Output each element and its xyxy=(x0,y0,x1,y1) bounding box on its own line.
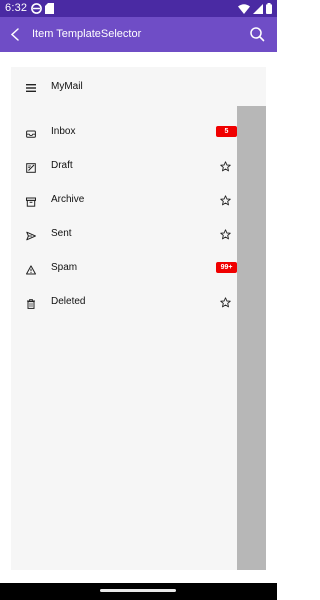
star-outline-icon[interactable] xyxy=(220,159,231,172)
home-gesture-handle[interactable] xyxy=(100,589,176,592)
status-bar: 6:32 xyxy=(0,0,277,17)
unread-count-badge: 5 xyxy=(216,126,237,137)
drawer-item-spam[interactable]: Spam 99+ xyxy=(11,250,237,284)
warning-icon xyxy=(26,262,36,275)
drawer-item-draft[interactable]: Draft xyxy=(11,148,237,182)
hamburger-menu-icon[interactable] xyxy=(26,80,36,92)
vpn-status-icon xyxy=(31,3,42,17)
scroll-area[interactable] xyxy=(237,106,266,570)
sd-card-icon xyxy=(45,3,54,17)
drawer-item-label: Spam xyxy=(51,262,78,273)
battery-icon xyxy=(266,3,272,17)
archive-icon xyxy=(26,194,36,207)
app-bar: Item TemplateSelector xyxy=(0,17,277,52)
cellular-signal-icon xyxy=(253,3,263,17)
drawer-item-deleted[interactable]: Deleted xyxy=(11,284,237,318)
status-time: 6:32 xyxy=(5,2,28,14)
drawer-item-label: Inbox xyxy=(51,126,76,137)
trash-icon xyxy=(26,296,36,309)
drawer-item-sent[interactable]: Sent xyxy=(11,216,237,250)
drawer-header: MyMail xyxy=(11,67,266,105)
star-outline-icon[interactable] xyxy=(220,193,231,206)
sent-icon xyxy=(26,228,36,241)
wifi-icon xyxy=(238,3,250,17)
inbox-icon xyxy=(26,126,36,138)
star-outline-icon[interactable] xyxy=(220,295,231,308)
unread-count-badge: 99+ xyxy=(216,262,237,273)
drawer-item-archive[interactable]: Archive xyxy=(11,182,237,216)
drawer-item-label: Draft xyxy=(51,160,73,171)
navigation-drawer: MyMail Inbox 5 Draft Archive Sent Spam 9… xyxy=(11,67,266,570)
drawer-item-label: Archive xyxy=(51,194,85,205)
draft-icon xyxy=(26,160,36,173)
page-title: Item TemplateSelector xyxy=(32,28,142,40)
search-icon[interactable] xyxy=(249,26,265,42)
star-outline-icon[interactable] xyxy=(220,227,231,240)
system-navigation-bar xyxy=(0,583,277,600)
drawer-item-list: Inbox 5 Draft Archive Sent Spam 99+ Dele… xyxy=(11,114,237,318)
status-icons xyxy=(238,3,272,17)
drawer-item-label: Deleted xyxy=(51,296,86,307)
drawer-header-title: MyMail xyxy=(51,81,83,92)
drawer-item-label: Sent xyxy=(51,228,72,239)
drawer-item-inbox[interactable]: Inbox 5 xyxy=(11,114,237,148)
back-arrow-icon[interactable] xyxy=(8,26,24,43)
